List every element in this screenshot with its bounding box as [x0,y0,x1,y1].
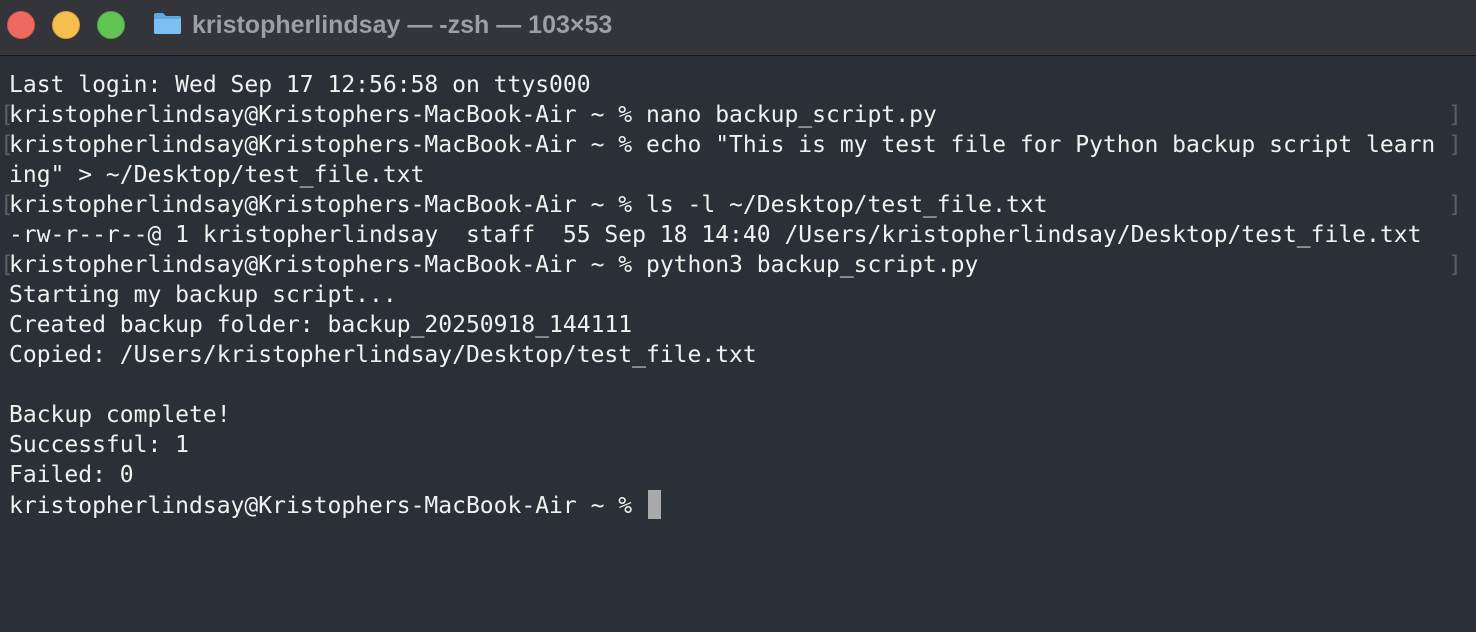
title-bar[interactable]: kristopherlindsay — -zsh — 103×53 [0,0,1476,56]
minimize-button[interactable] [52,11,80,39]
mark-bracket-right: ] [1448,132,1462,158]
terminal-line: kristopherlindsay@Kristophers-MacBook-Ai… [9,252,979,278]
mark-bracket-right: ] [1448,252,1462,278]
window-title: kristopherlindsay — -zsh — 103×53 [192,11,613,39]
prompt-line[interactable]: kristopherlindsay@Kristophers-MacBook-Ai… [9,490,661,520]
terminal-line: -rw-r--r--@ 1 kristopherlindsay staff 55… [9,222,1422,248]
terminal-line: Copied: /Users/kristopherlindsay/Desktop… [9,342,757,368]
terminal-line: Last login: Wed Sep 17 12:56:58 on ttys0… [9,72,591,98]
mark-bracket-right: ] [1448,192,1462,218]
close-button[interactable] [7,11,35,39]
text-cursor [647,490,661,519]
terminal-line: kristopherlindsay@Kristophers-MacBook-Ai… [9,132,1436,158]
terminal-line: ing" > ~/Desktop/test_file.txt [9,162,425,188]
terminal-line: Starting my backup script... [9,282,397,308]
terminal-line: Successful: 1 [9,432,190,458]
terminal-line: Created backup folder: backup_20250918_1… [9,312,633,338]
zoom-button[interactable] [97,11,125,39]
terminal-output[interactable]: Last login: Wed Sep 17 12:56:58 on ttys0… [0,70,1476,620]
folder-icon [154,13,181,34]
terminal-line: Backup complete! [9,402,231,428]
prompt-text: kristopherlindsay@Kristophers-MacBook-Ai… [9,493,646,519]
terminal-line: kristopherlindsay@Kristophers-MacBook-Ai… [9,102,937,128]
terminal-line: kristopherlindsay@Kristophers-MacBook-Ai… [9,192,1048,218]
mark-bracket-right: ] [1448,102,1462,128]
terminal-window: kristopherlindsay — -zsh — 103×53 Last l… [0,0,1476,632]
terminal-line: Failed: 0 [9,462,134,488]
